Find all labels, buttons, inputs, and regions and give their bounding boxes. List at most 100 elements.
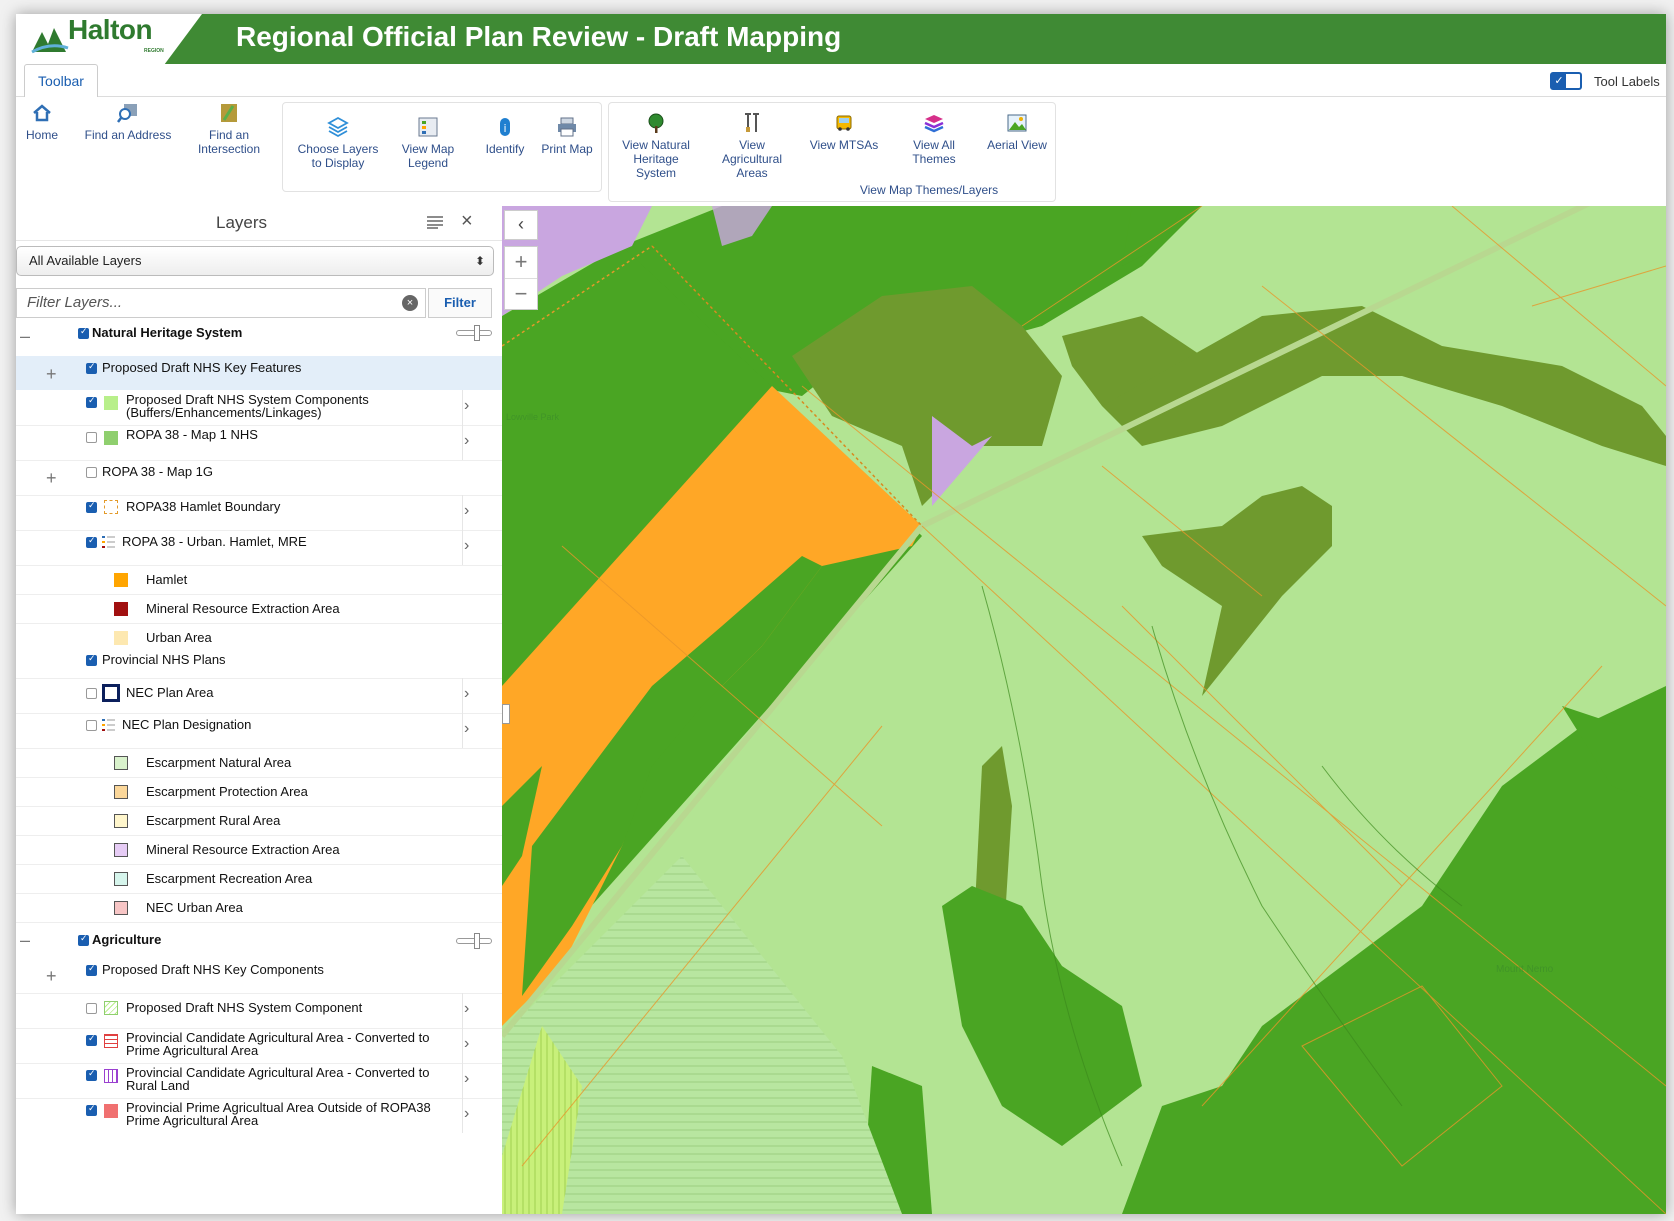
opacity-slider[interactable] — [456, 325, 492, 341]
find-intersection-button[interactable]: Find an Intersection — [184, 102, 274, 156]
close-icon[interactable]: × — [461, 210, 473, 233]
layer-checkbox[interactable] — [86, 535, 97, 548]
tool-labels-toggle[interactable]: ✓ — [1550, 72, 1582, 90]
view-all-themes-button[interactable]: View All Themes — [890, 112, 978, 166]
view-all-themes-label: View All Themes — [912, 138, 956, 166]
layer-group-agriculture[interactable]: – Agriculture — [16, 924, 502, 958]
layer-label: Provincial NHS Plans — [102, 652, 226, 667]
layer-row[interactable]: ROPA38 Hamlet Boundary › — [16, 495, 502, 531]
slider-knob[interactable] — [474, 325, 480, 341]
chevron-right-icon[interactable]: › — [464, 537, 469, 555]
layer-row[interactable]: NEC Plan Designation › — [16, 713, 502, 749]
print-map-label: Print Map — [541, 142, 593, 156]
view-legend-button[interactable]: View Map Legend — [388, 116, 468, 170]
slider-knob[interactable] — [474, 933, 480, 949]
layer-label: NEC Plan Designation — [122, 717, 252, 732]
halton-logo-sub: REGION — [144, 48, 164, 54]
layer-checkbox[interactable] — [86, 432, 97, 443]
layer-checkbox[interactable] — [86, 963, 97, 976]
clear-filter-icon[interactable]: × — [402, 295, 418, 311]
filter-button[interactable]: Filter — [428, 288, 492, 318]
legend-swatch — [114, 814, 128, 828]
chevron-right-icon[interactable]: › — [464, 1035, 469, 1053]
layer-row[interactable]: ROPA 38 - Urban. Hamlet, MRE › — [16, 530, 502, 566]
view-nhs-button[interactable]: View Natural Heritage System — [612, 112, 700, 180]
layers-panel: Layers × All Available Layers ⬍ Filter L… — [16, 206, 503, 1214]
home-button[interactable]: Home — [16, 102, 68, 142]
layer-row[interactable]: Provincial Prime Agricultual Area Outsid… — [16, 1098, 502, 1133]
chevron-right-icon[interactable]: › — [464, 720, 469, 738]
layer-row[interactable]: Provincial NHS Plans — [16, 650, 502, 679]
page-title: Regional Official Plan Review - Draft Ma… — [236, 21, 842, 52]
menu-icon[interactable] — [426, 215, 444, 229]
tab-toolbar[interactable]: Toolbar — [24, 64, 98, 97]
layer-checkbox[interactable] — [86, 1068, 97, 1081]
chevron-right-icon[interactable]: › — [464, 1070, 469, 1088]
legend-item: Urban Area — [16, 623, 502, 650]
chevron-right-icon[interactable]: › — [464, 502, 469, 520]
layer-label: ROPA 38 - Map 1 NHS — [126, 427, 258, 442]
expand-icon[interactable]: + — [46, 468, 57, 489]
layer-scope-select[interactable]: All Available Layers ⬍ — [16, 246, 494, 276]
collapse-panel-button[interactable]: ‹ — [504, 210, 538, 240]
choose-layers-button[interactable]: Choose Layers to Display — [288, 116, 388, 170]
chevron-right-icon[interactable]: › — [464, 432, 469, 450]
expand-icon[interactable]: + — [46, 966, 57, 987]
stack-icon — [924, 115, 944, 133]
view-agricultural-button[interactable]: View Agricultural Areas — [708, 112, 796, 180]
layer-row[interactable]: + Proposed Draft NHS Key Components — [16, 958, 502, 994]
layer-checkbox[interactable] — [86, 500, 97, 513]
layers-panel-title: Layers — [216, 213, 268, 232]
divider — [462, 678, 463, 713]
zoom-out-button[interactable]: − — [505, 278, 537, 310]
layer-checkbox[interactable] — [86, 1033, 97, 1046]
layer-row-selected[interactable]: + Proposed Draft NHS Key Features — [16, 356, 502, 390]
print-map-button[interactable]: Print Map — [536, 116, 598, 156]
identify-icon: i — [500, 118, 510, 136]
find-address-button[interactable]: Find an Address — [72, 102, 184, 142]
identify-button[interactable]: i Identify — [474, 116, 536, 156]
legend-item: Hamlet — [16, 565, 502, 595]
layer-row[interactable]: Proposed Draft NHS System Component › — [16, 993, 502, 1029]
chevron-right-icon[interactable]: › — [464, 685, 469, 703]
chevron-right-icon[interactable]: › — [464, 1000, 469, 1018]
chevron-right-icon[interactable]: › — [464, 397, 469, 415]
layer-checkbox[interactable] — [86, 361, 97, 374]
layer-checkbox[interactable] — [86, 467, 97, 478]
layer-row[interactable]: NEC Plan Area › — [16, 678, 502, 714]
layer-checkbox[interactable] — [86, 720, 97, 731]
opacity-slider[interactable] — [456, 933, 492, 949]
divider — [462, 495, 463, 530]
layer-row[interactable]: + ROPA 38 - Map 1G — [16, 460, 502, 496]
view-mtsas-button[interactable]: View MTSAs — [802, 112, 886, 152]
divider — [462, 1028, 463, 1063]
panel-resize-handle[interactable] — [502, 704, 510, 724]
zoom-in-button[interactable]: + — [505, 247, 537, 278]
legend-label: Urban Area — [146, 630, 212, 645]
collapse-icon[interactable]: – — [20, 326, 30, 347]
layer-row[interactable]: Provincial Candidate Agricultural Area -… — [16, 1028, 502, 1064]
halton-logo[interactable]: Halton — [68, 14, 153, 46]
layer-checkbox[interactable] — [86, 395, 97, 408]
hatched-swatch — [104, 1069, 118, 1083]
expand-icon[interactable]: + — [46, 364, 57, 385]
legend-swatch — [114, 785, 128, 799]
layer-row[interactable]: ROPA 38 - Map 1 NHS › — [16, 425, 502, 461]
layer-label-line2: Rural Land — [126, 1078, 190, 1093]
filter-layers-input[interactable]: Filter Layers... — [16, 288, 426, 318]
chevron-right-icon[interactable]: › — [464, 1105, 469, 1123]
layer-checkbox[interactable] — [86, 653, 97, 666]
map-canvas[interactable] — [502, 206, 1666, 1214]
layer-row[interactable]: Provincial Candidate Agricultural Area -… — [16, 1063, 502, 1099]
layer-row[interactable]: Proposed Draft NHS System Components (Bu… — [16, 390, 502, 426]
layer-checkbox[interactable] — [78, 326, 89, 339]
layer-checkbox[interactable] — [78, 933, 89, 946]
layer-checkbox[interactable] — [86, 688, 97, 699]
collapse-icon[interactable]: – — [20, 930, 30, 951]
layer-checkbox[interactable] — [86, 1103, 97, 1116]
aerial-view-button[interactable]: Aerial View — [978, 112, 1056, 152]
legend-label: Mineral Resource Extraction Area — [146, 842, 340, 857]
layer-checkbox[interactable] — [86, 1003, 97, 1014]
legend-swatch — [104, 396, 118, 410]
layer-group-nhs[interactable]: – Natural Heritage System — [16, 324, 502, 356]
